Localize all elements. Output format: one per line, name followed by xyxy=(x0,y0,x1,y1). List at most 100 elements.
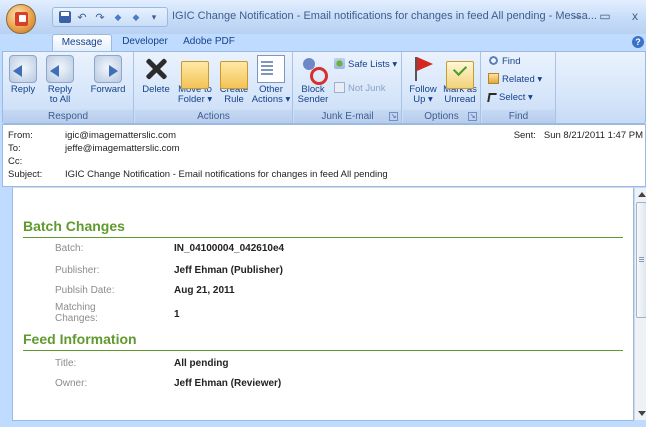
cc-label: Cc: xyxy=(8,156,23,167)
move-label-2: Folder ▾ xyxy=(177,94,213,105)
subject-row: Subject: IGIC Change Notification - Email… xyxy=(8,169,388,181)
vertical-scrollbar[interactable] xyxy=(634,188,646,420)
safe-lists-label: Safe Lists ▾ xyxy=(348,59,398,70)
document-icon xyxy=(257,55,285,83)
respond-group-label: Respond xyxy=(3,110,133,123)
reply-all-label-2: to All xyxy=(49,94,71,105)
message-body: Batch Changes Batch: IN_04100004_042610e… xyxy=(12,187,646,421)
title-value: All pending xyxy=(174,358,229,369)
quick-access-toolbar: ↶ ↷ ◆ ◆ ▾ xyxy=(52,7,168,27)
flag-icon xyxy=(409,55,437,83)
junk-group-label-text: Junk E-mail xyxy=(321,111,374,122)
save-icon[interactable] xyxy=(59,11,71,23)
reply-icon xyxy=(9,55,37,83)
customize-toolbar-icon[interactable]: ▾ xyxy=(147,10,161,24)
delete-icon xyxy=(142,55,170,83)
options-group-label-text: Options xyxy=(424,111,459,122)
message-content: Batch Changes Batch: IN_04100004_042610e… xyxy=(13,188,634,420)
options-dialog-launcher-icon[interactable]: ↘ xyxy=(468,112,477,121)
message-header: From: igic@imagematterslic.com To: jeffe@i… xyxy=(2,124,646,187)
reply-all-icon xyxy=(46,55,74,83)
other-label-2: Actions ▾ xyxy=(251,94,291,105)
tab-developer[interactable]: Developer xyxy=(118,34,172,51)
scroll-thumb[interactable] xyxy=(636,202,646,318)
subject-value: IGIC Change Notification - Email notific… xyxy=(65,169,388,180)
feed-divider xyxy=(23,350,623,351)
minimize-button[interactable]: – xyxy=(566,8,588,24)
publish-date-value: Aug 21, 2011 xyxy=(174,285,235,296)
grip-icon xyxy=(639,257,644,258)
mark-unread-icon xyxy=(446,61,474,89)
not-junk-label: Not Junk xyxy=(348,83,386,94)
office-button[interactable] xyxy=(6,4,36,34)
scroll-up-icon[interactable] xyxy=(638,192,646,197)
from-row: From: igic@imagematterslic.com xyxy=(8,130,176,142)
select-button[interactable]: Select ▾ xyxy=(487,91,533,105)
rule-icon xyxy=(220,61,248,89)
create-rule-button[interactable]: Create Rule xyxy=(217,55,251,105)
forward-icon xyxy=(94,55,122,83)
forward-button[interactable]: Forward xyxy=(87,55,129,95)
cursor-icon xyxy=(487,93,497,102)
folder-icon xyxy=(181,61,209,89)
redo-icon[interactable]: ↷ xyxy=(93,10,107,24)
tab-message[interactable]: Message xyxy=(52,34,112,51)
delete-button[interactable]: Delete xyxy=(139,55,173,95)
group-junk-email: Block Sender Safe Lists ▾ Not Junk Junk … xyxy=(294,52,402,123)
undo-icon[interactable]: ↶ xyxy=(75,10,89,24)
reply-all-button[interactable]: Reply to All xyxy=(43,55,77,105)
ribbon: Reply Reply to All Forward Respond Delet… xyxy=(2,51,646,124)
find-button[interactable]: Find xyxy=(488,55,520,69)
group-actions: Delete Move to Folder ▾ Create Rule Othe… xyxy=(135,52,293,123)
forward-label: Forward xyxy=(90,84,126,95)
select-label: Select ▾ xyxy=(499,92,533,103)
matching-changes-value: 1 xyxy=(174,309,180,320)
mark-as-unread-button[interactable]: Mark as Unread xyxy=(441,55,479,105)
follow-label-2: Up ▾ xyxy=(413,94,433,105)
other-actions-button[interactable]: Other Actions ▾ xyxy=(251,55,291,105)
scroll-down-icon[interactable] xyxy=(638,411,646,416)
publisher-value: Jeff Ehman (Publisher) xyxy=(174,265,283,276)
from-label: From: xyxy=(8,130,33,141)
group-options: Follow Up ▾ Mark as Unread Options ↘ xyxy=(403,52,481,123)
reply-button[interactable]: Reply xyxy=(7,55,39,95)
junk-group-label: Junk E-mail xyxy=(294,110,401,123)
batch-label: Batch: xyxy=(55,243,84,254)
to-value[interactable]: jeffe@imagematterslic.com xyxy=(65,143,180,154)
find-label: Find xyxy=(502,56,521,67)
move-to-folder-button[interactable]: Move to Folder ▾ xyxy=(175,55,215,105)
matching-changes-label: Matching Changes: xyxy=(55,302,98,324)
safe-lists-button[interactable]: Safe Lists ▾ xyxy=(334,58,397,72)
ribbon-tabs: Message Developer Adobe PDF ? xyxy=(0,34,646,51)
previous-item-icon[interactable]: ◆ xyxy=(111,10,125,24)
owner-label: Owner: xyxy=(55,378,88,389)
from-value[interactable]: igic@imagematterslic.com xyxy=(65,130,176,141)
title-label: Title: xyxy=(55,358,77,369)
safe-lists-icon xyxy=(334,58,345,69)
next-item-icon[interactable]: ◆ xyxy=(129,10,143,24)
batch-value: IN_04100004_042610e4 xyxy=(174,243,285,254)
binoculars-icon xyxy=(488,55,499,66)
to-label: To: xyxy=(8,143,21,154)
block-sender-button[interactable]: Block Sender xyxy=(296,55,330,105)
help-icon[interactable]: ? xyxy=(632,36,644,48)
related-button[interactable]: Related ▾ xyxy=(488,73,542,87)
related-label: Related ▾ xyxy=(502,74,543,85)
publisher-label: Publisher: xyxy=(55,265,100,276)
junk-dialog-launcher-icon[interactable]: ↘ xyxy=(389,112,398,121)
not-junk-icon xyxy=(334,82,345,93)
maximize-button[interactable]: ▭ xyxy=(594,8,616,24)
close-button[interactable]: x xyxy=(624,8,646,24)
cc-row: Cc: xyxy=(8,156,65,168)
sent-row: Sent: Sun 8/21/2011 1:47 PM xyxy=(514,130,643,141)
subject-label: Subject: xyxy=(8,169,43,180)
follow-up-button[interactable]: Follow Up ▾ xyxy=(407,55,439,105)
not-junk-button[interactable]: Not Junk xyxy=(334,82,386,96)
create-label-2: Rule xyxy=(224,94,244,105)
mark-label-2: Unread xyxy=(444,94,476,105)
to-row: To: jeffe@imagematterslic.com xyxy=(8,143,180,155)
block-sender-icon xyxy=(299,55,328,85)
group-respond: Reply Reply to All Forward Respond xyxy=(3,52,134,123)
tab-adobe-pdf[interactable]: Adobe PDF xyxy=(182,34,236,51)
batch-changes-heading: Batch Changes xyxy=(23,218,125,234)
